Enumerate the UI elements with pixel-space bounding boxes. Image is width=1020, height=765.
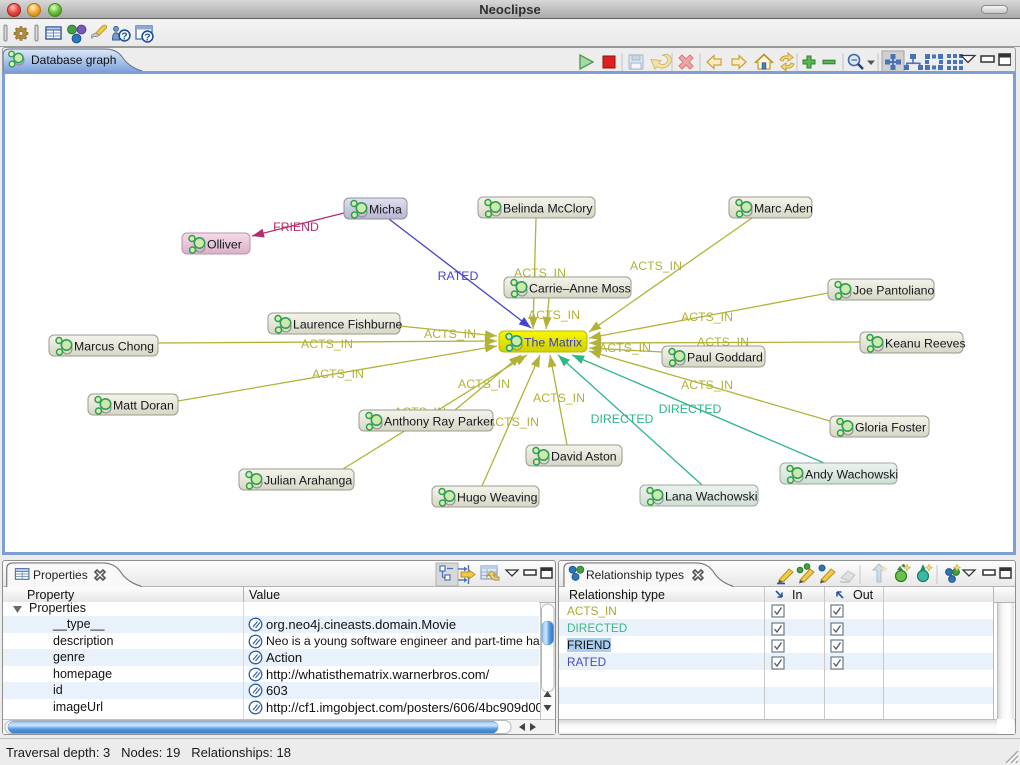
svg-text:The Matrix: The Matrix bbox=[524, 336, 583, 350]
svg-text:Hugo Weaving: Hugo Weaving bbox=[457, 491, 538, 505]
svg-text:Olliver: Olliver bbox=[207, 238, 242, 252]
svg-text:Lana Wachowski: Lana Wachowski bbox=[665, 490, 758, 504]
svg-text:ACTS_IN: ACTS_IN bbox=[533, 391, 585, 405]
svg-text:Keanu Reeves: Keanu Reeves bbox=[885, 337, 966, 351]
svg-text:David Aston: David Aston bbox=[551, 450, 617, 464]
svg-text:Marcus Chong: Marcus Chong bbox=[74, 340, 154, 354]
svg-text:Laurence Fishburne: Laurence Fishburne bbox=[293, 318, 403, 332]
svg-text:Carrie–Anne Moss: Carrie–Anne Moss bbox=[529, 282, 631, 296]
svg-text:ACTS_IN: ACTS_IN bbox=[681, 310, 733, 324]
svg-text:ACTS_IN: ACTS_IN bbox=[312, 367, 364, 381]
svg-text:RATED: RATED bbox=[438, 269, 479, 283]
svg-text:Paul Goddard: Paul Goddard bbox=[687, 351, 763, 365]
svg-text:Gloria Foster: Gloria Foster bbox=[855, 421, 926, 435]
svg-text:ACTS_IN: ACTS_IN bbox=[528, 308, 580, 322]
svg-text:ACTS_IN: ACTS_IN bbox=[458, 377, 510, 391]
svg-text:Belinda McClory: Belinda McClory bbox=[503, 202, 593, 216]
svg-text:Micha: Micha bbox=[369, 203, 402, 217]
svg-text:DIRECTED: DIRECTED bbox=[659, 402, 722, 416]
svg-text:ACTS_IN: ACTS_IN bbox=[630, 259, 682, 273]
svg-text:Julian Arahanga: Julian Arahanga bbox=[264, 474, 352, 488]
svg-text:ACTS_IN: ACTS_IN bbox=[487, 415, 539, 429]
svg-text:FRIEND: FRIEND bbox=[273, 220, 319, 234]
svg-text:ACTS_IN: ACTS_IN bbox=[301, 337, 353, 351]
svg-text:Andy Wachowski: Andy Wachowski bbox=[805, 468, 898, 482]
svg-text:Anthony Ray Parker: Anthony Ray Parker bbox=[384, 415, 494, 429]
svg-text:ACTS_IN: ACTS_IN bbox=[599, 341, 651, 355]
svg-text:ACTS_IN: ACTS_IN bbox=[424, 327, 476, 341]
svg-text:Marc Aden: Marc Aden bbox=[754, 202, 813, 216]
svg-text:DIRECTED: DIRECTED bbox=[591, 412, 654, 426]
svg-text:Matt Doran: Matt Doran bbox=[113, 399, 174, 413]
svg-text:Joe Pantoliano: Joe Pantoliano bbox=[853, 284, 935, 298]
svg-text:ACTS_IN: ACTS_IN bbox=[681, 378, 733, 392]
